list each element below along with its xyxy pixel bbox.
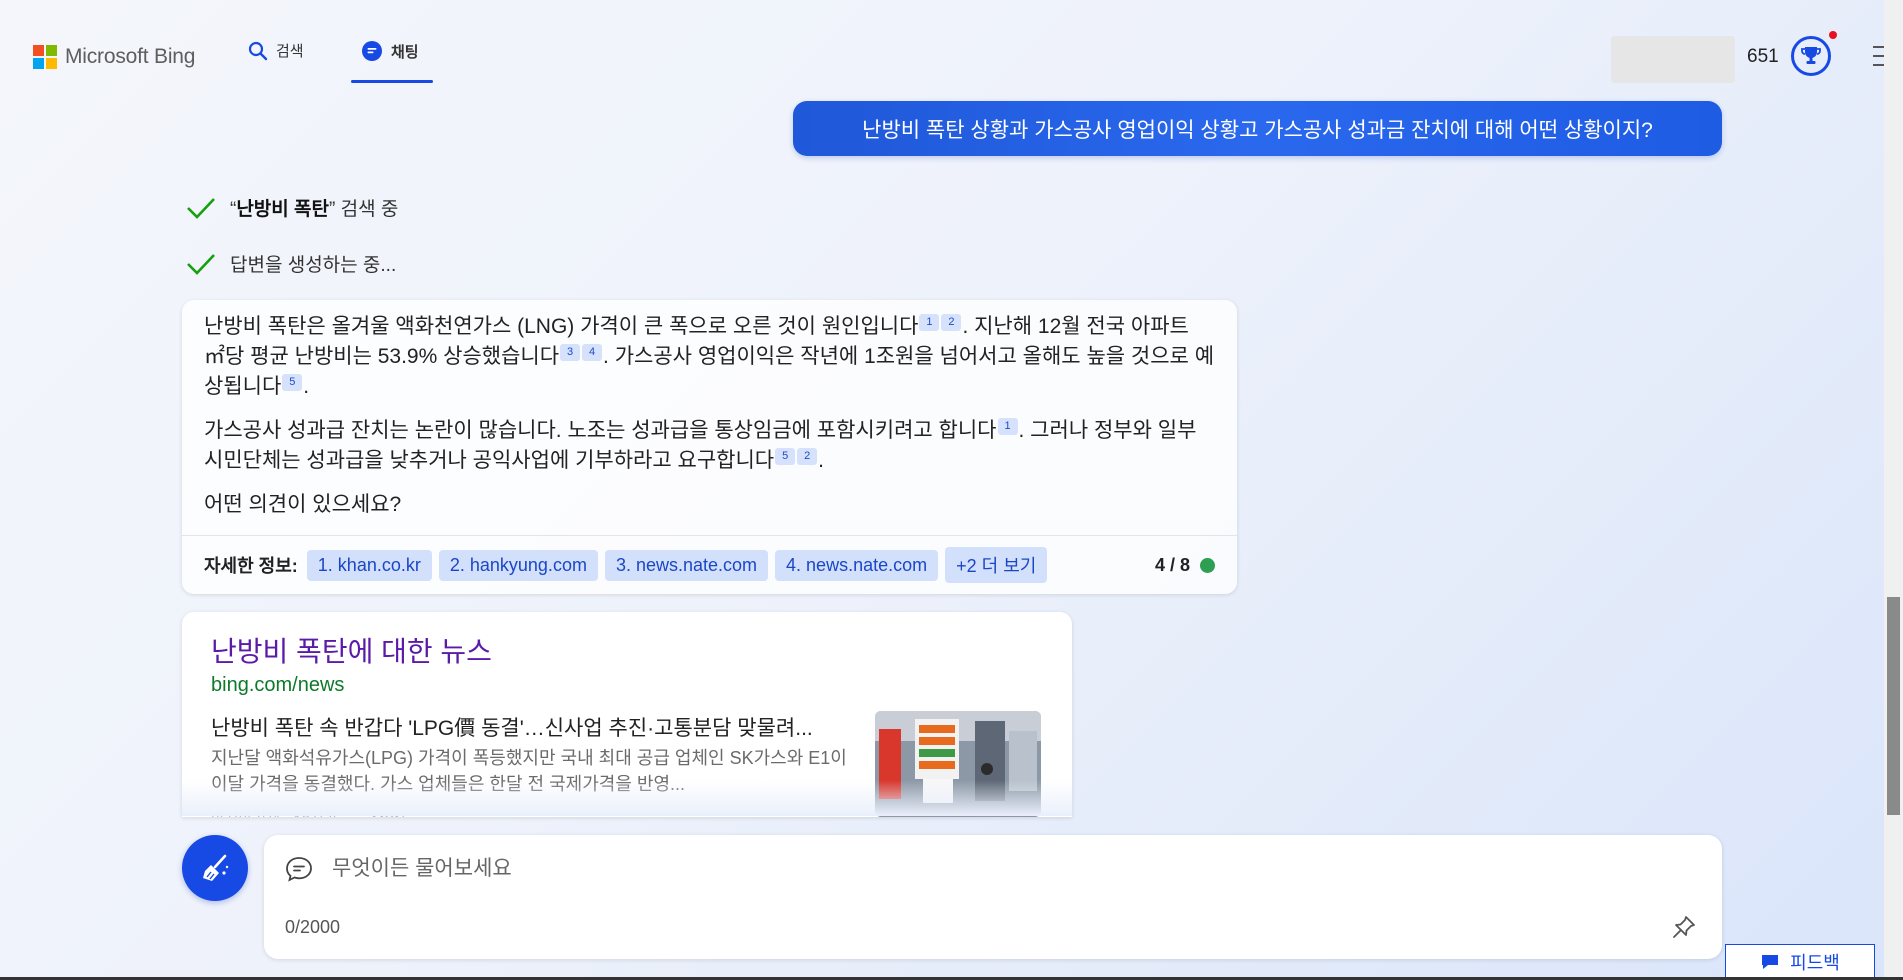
tab-search[interactable]: 검색 <box>248 40 304 61</box>
source-link[interactable]: 1. khan.co.kr <box>306 549 432 581</box>
answer-paragraph-1: 난방비 폭탄은 올겨울 액화천연가스 (LNG) 가격이 큰 폭으로 오른 것이… <box>204 314 1215 398</box>
feedback-icon <box>1762 954 1779 969</box>
chat-icon <box>362 41 382 61</box>
generating-text: 답변을 생성하는 중... <box>230 255 397 276</box>
sources-footer: 자세한 정보: 1. khan.co.kr 2. hankyung.com 3.… <box>182 535 1237 594</box>
logo-text: Microsoft Bing <box>65 45 196 68</box>
news-card-url[interactable]: bing.com/news <box>211 674 344 697</box>
citation-link[interactable]: 1 <box>919 314 940 331</box>
active-tab-indicator <box>351 80 433 83</box>
tab-chat-label: 채팅 <box>391 43 419 61</box>
tab-chat[interactable]: 채팅 <box>361 40 419 62</box>
notification-dot <box>1829 31 1837 39</box>
rewards-points[interactable]: 651 <box>1747 46 1779 68</box>
citation-link[interactable]: 3 <box>560 344 581 361</box>
sources-label: 자세한 정보: <box>204 556 298 576</box>
answer-paragraph-3: 어떤 의견이 있으세요? <box>204 493 402 516</box>
citation-link[interactable]: 5 <box>775 448 796 465</box>
char-counter: 0/2000 <box>285 917 341 937</box>
citation-link[interactable]: 5 <box>282 374 303 391</box>
turn-status-dot <box>1200 557 1215 573</box>
feedback-label: 피드백 <box>1790 952 1840 973</box>
citation-link[interactable]: 4 <box>582 344 603 361</box>
status-generating: 답변을 생성하는 중... <box>186 250 396 277</box>
news-headline[interactable]: 난방비 폭탄 속 반갑다 'LPG價 동결'…신사업 추진·고통분담 맞물려..… <box>211 712 851 742</box>
account-placeholder[interactable] <box>1611 36 1735 83</box>
news-card-title[interactable]: 난방비 폭탄에 대한 뉴스 <box>211 630 492 670</box>
citation-link[interactable]: 1 <box>997 418 1018 435</box>
new-topic-button[interactable] <box>182 835 248 901</box>
scrollbar-thumb[interactable] <box>1887 597 1900 815</box>
user-message: 난방비 폭탄 상황과 가스공사 영업이익 상황고 가스공사 성과금 잔치에 대해… <box>793 101 1722 156</box>
tab-search-label: 검색 <box>276 43 304 60</box>
page-scrollbar[interactable] <box>1884 0 1903 980</box>
source-link[interactable]: 4. news.nate.com <box>775 549 939 581</box>
bing-logo[interactable]: Microsoft Bing <box>33 45 195 69</box>
citation-link[interactable]: 2 <box>941 314 962 331</box>
show-more-sources-button[interactable]: +2 더 보기 <box>945 547 1048 583</box>
search-icon <box>248 41 268 60</box>
chat-bubble-icon <box>286 857 312 882</box>
answer-paragraph-2: 가스공사 성과급 잔치는 논란이 많습니다. 노조는 성과급을 통상임금에 포함… <box>204 418 1197 472</box>
rewards-trophy-icon[interactable] <box>1791 36 1831 76</box>
status-searching: “난방비 폭탄” 검색 중 <box>186 194 398 221</box>
feedback-button[interactable]: 피드백 <box>1725 944 1875 978</box>
chat-composer: 0/2000 <box>264 835 1722 959</box>
bot-answer-card: 난방비 폭탄은 올겨울 액화천연가스 (LNG) 가격이 큰 폭으로 오른 것이… <box>182 300 1237 594</box>
source-link[interactable]: 3. news.nate.com <box>604 549 769 581</box>
news-fade-overlay <box>182 780 1072 816</box>
microsoft-logo-icon <box>33 45 57 69</box>
chat-input[interactable] <box>330 851 1634 887</box>
broom-icon <box>203 854 229 881</box>
pin-icon[interactable] <box>1671 914 1697 940</box>
search-term: 난방비 폭탄 <box>236 199 330 220</box>
citation-link[interactable]: 2 <box>797 448 818 465</box>
checkmark-icon <box>187 197 215 219</box>
checkmark-icon <box>187 253 215 275</box>
turn-counter: 4 / 8 <box>1155 555 1215 576</box>
source-link[interactable]: 2. hankyung.com <box>438 549 598 581</box>
